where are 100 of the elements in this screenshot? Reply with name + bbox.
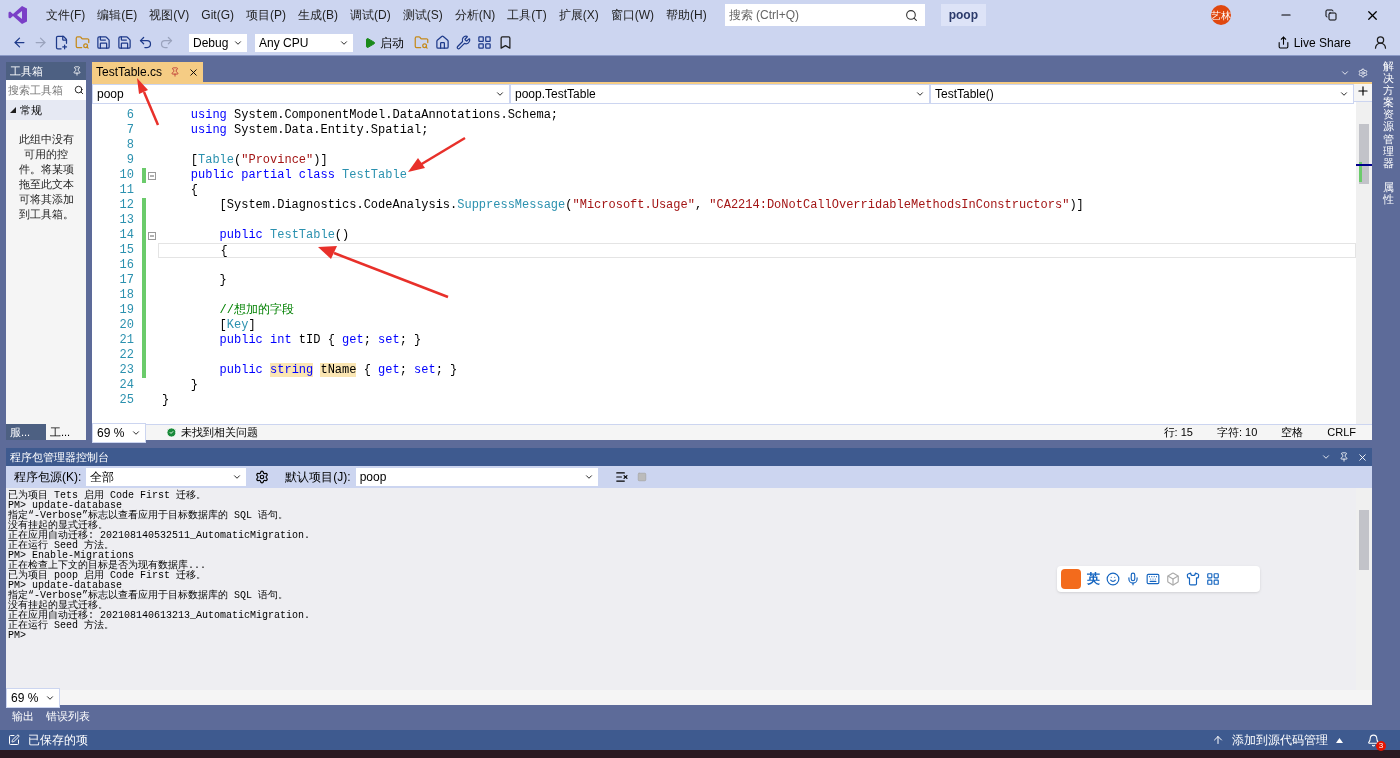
grid-icon[interactable]	[1206, 572, 1220, 586]
issues-status[interactable]: 未找到相关问题	[166, 424, 258, 441]
undo-icon[interactable]	[138, 35, 153, 50]
project-dropdown[interactable]: poop	[92, 84, 510, 104]
vertical-scrollbar[interactable]	[1356, 102, 1372, 424]
restore-icon[interactable]	[1325, 9, 1337, 21]
document-tab[interactable]: TestTable.cs	[92, 62, 204, 82]
menu-item[interactable]: 生成(B)	[292, 6, 344, 24]
project-select-dropdown[interactable]: poop	[354, 467, 599, 487]
dropdown-caret-icon[interactable]	[1321, 452, 1331, 462]
zoom-dropdown[interactable]: 69 %	[92, 422, 146, 443]
menu-item[interactable]: 帮助(H)	[660, 6, 713, 24]
platform-dropdown[interactable]: Any CPU	[254, 32, 354, 53]
pin-icon[interactable]	[72, 66, 82, 76]
pin-icon[interactable]	[1339, 452, 1349, 462]
search-field[interactable]: 搜索 (Ctrl+Q)	[724, 4, 905, 26]
shirt-icon[interactable]	[1186, 572, 1200, 586]
console-line: 已为项目 Tets 启用 Code First 迁移。	[8, 491, 207, 501]
home-icon[interactable]	[435, 35, 450, 50]
caret-up-icon	[1336, 737, 1343, 743]
console-line: 已为项目 poop 启用 Code First 迁移。	[8, 571, 207, 581]
bookmark-icon[interactable]	[498, 35, 513, 50]
editor-status-item[interactable]: 字符: 10	[1216, 424, 1258, 441]
line-number: 11	[118, 183, 135, 198]
console-line: PM> update-database	[8, 581, 123, 591]
save-icon[interactable]	[96, 35, 111, 50]
menu-item[interactable]: 分析(N)	[448, 6, 502, 24]
keyboard-icon[interactable]	[1146, 572, 1160, 586]
menu-item[interactable]: Git(G)	[195, 6, 240, 24]
line-number: 6	[125, 108, 135, 123]
fold-icon[interactable]	[148, 171, 156, 180]
configuration-dropdown[interactable]: Debug	[188, 32, 248, 53]
app-logo-icon	[8, 5, 28, 25]
menu-item[interactable]: 扩展(X)	[552, 6, 605, 24]
menu-item[interactable]: 视图(V)	[143, 6, 196, 24]
live-share-button[interactable]: Live Share	[1276, 33, 1351, 52]
console-zoom-dropdown[interactable]: 69 %	[6, 687, 60, 708]
panel-tab[interactable]: 错误列表	[44, 707, 92, 725]
toolbox-search-field[interactable]: 搜索工具箱	[6, 80, 74, 100]
arrow-up-icon	[1212, 734, 1224, 746]
search-icon[interactable]	[904, 8, 918, 22]
menu-item[interactable]: 编辑(E)	[91, 6, 144, 24]
menu-item[interactable]: 窗口(W)	[604, 6, 660, 24]
source-dropdown[interactable]: 全部	[85, 467, 248, 487]
line-number: 23	[118, 363, 135, 378]
tab-list-icon[interactable]	[1340, 68, 1350, 78]
side-tab[interactable]: 属性	[1382, 180, 1394, 206]
settings-icon[interactable]	[255, 470, 270, 484]
console-header: 程序包管理器控制台	[6, 448, 1372, 466]
menu-item[interactable]: 测试(S)	[396, 6, 449, 24]
close-icon[interactable]	[188, 66, 200, 78]
close-icon[interactable]	[1357, 451, 1368, 463]
line-number: 8	[125, 138, 135, 153]
code-line: {	[219, 244, 228, 258]
dropdown-caret-icon	[1339, 89, 1349, 99]
code-line: public TestTable()	[218, 228, 350, 242]
code-line: [System.Diagnostics.CodeAnalysis.SuppressMessage("Microsoft.Usage", "CA2214:DoNotCallOverridableMethodsInConstructors")]	[218, 198, 1084, 212]
ime-mode[interactable]: 英	[1087, 569, 1100, 589]
code-line: public string tName { get; set; }	[218, 363, 458, 377]
microphone-icon[interactable]	[1126, 572, 1140, 586]
toolbox-tab[interactable]: 服...	[6, 424, 46, 440]
editor-status-item[interactable]: 行: 15	[1163, 424, 1193, 441]
line-number: 22	[118, 348, 135, 363]
editor-status-item[interactable]: 空格	[1281, 424, 1304, 441]
toolbox-group[interactable]: 常规	[6, 100, 86, 120]
line-number: 20	[118, 318, 135, 333]
code-line: }	[162, 393, 170, 407]
class-dropdown[interactable]: poop.TestTable	[510, 84, 930, 104]
new-file-icon[interactable]	[54, 35, 69, 50]
editor-status-item[interactable]: CRLF	[1327, 424, 1356, 441]
start-button[interactable]: 启动	[360, 33, 408, 52]
line-number: 17	[118, 273, 135, 288]
wrench-icon[interactable]	[456, 35, 471, 50]
line-number: 24	[118, 378, 135, 393]
user-avatar[interactable]: 艺林	[1211, 5, 1231, 25]
line-number: 16	[118, 258, 135, 273]
menu-item[interactable]: 工具(T)	[501, 6, 553, 24]
notification-count: 3	[1376, 740, 1386, 751]
notification-icon[interactable]	[1367, 733, 1380, 747]
menu-item[interactable]: 项目(P)	[240, 6, 292, 24]
layout-icon[interactable]	[477, 35, 492, 50]
save-all-icon[interactable]	[117, 35, 132, 50]
fold-icon[interactable]	[148, 231, 156, 240]
dropdown-caret-icon	[915, 89, 925, 99]
side-tab[interactable]: 解决方案资源管理器	[1382, 60, 1394, 169]
source-control-button[interactable]: 添加到源代码管理	[1212, 731, 1343, 749]
expander-icon	[10, 107, 16, 113]
code-line: [Key]	[218, 318, 256, 332]
menu-item[interactable]: 文件(F)	[40, 6, 92, 24]
code-line: }	[218, 273, 227, 287]
back-icon[interactable]	[12, 35, 27, 50]
line-number: 14	[118, 228, 135, 243]
smile-icon[interactable]	[1106, 572, 1120, 586]
search-icon[interactable]	[74, 85, 84, 95]
project-label: 默认项目(J):	[285, 469, 351, 486]
menu-item[interactable]: 调试(D)	[344, 6, 397, 24]
panel-tab[interactable]: 输出	[10, 707, 36, 725]
clear-icon[interactable]	[614, 470, 629, 484]
pin-icon[interactable]	[170, 67, 181, 77]
member-dropdown[interactable]: TestTable()	[930, 84, 1354, 104]
